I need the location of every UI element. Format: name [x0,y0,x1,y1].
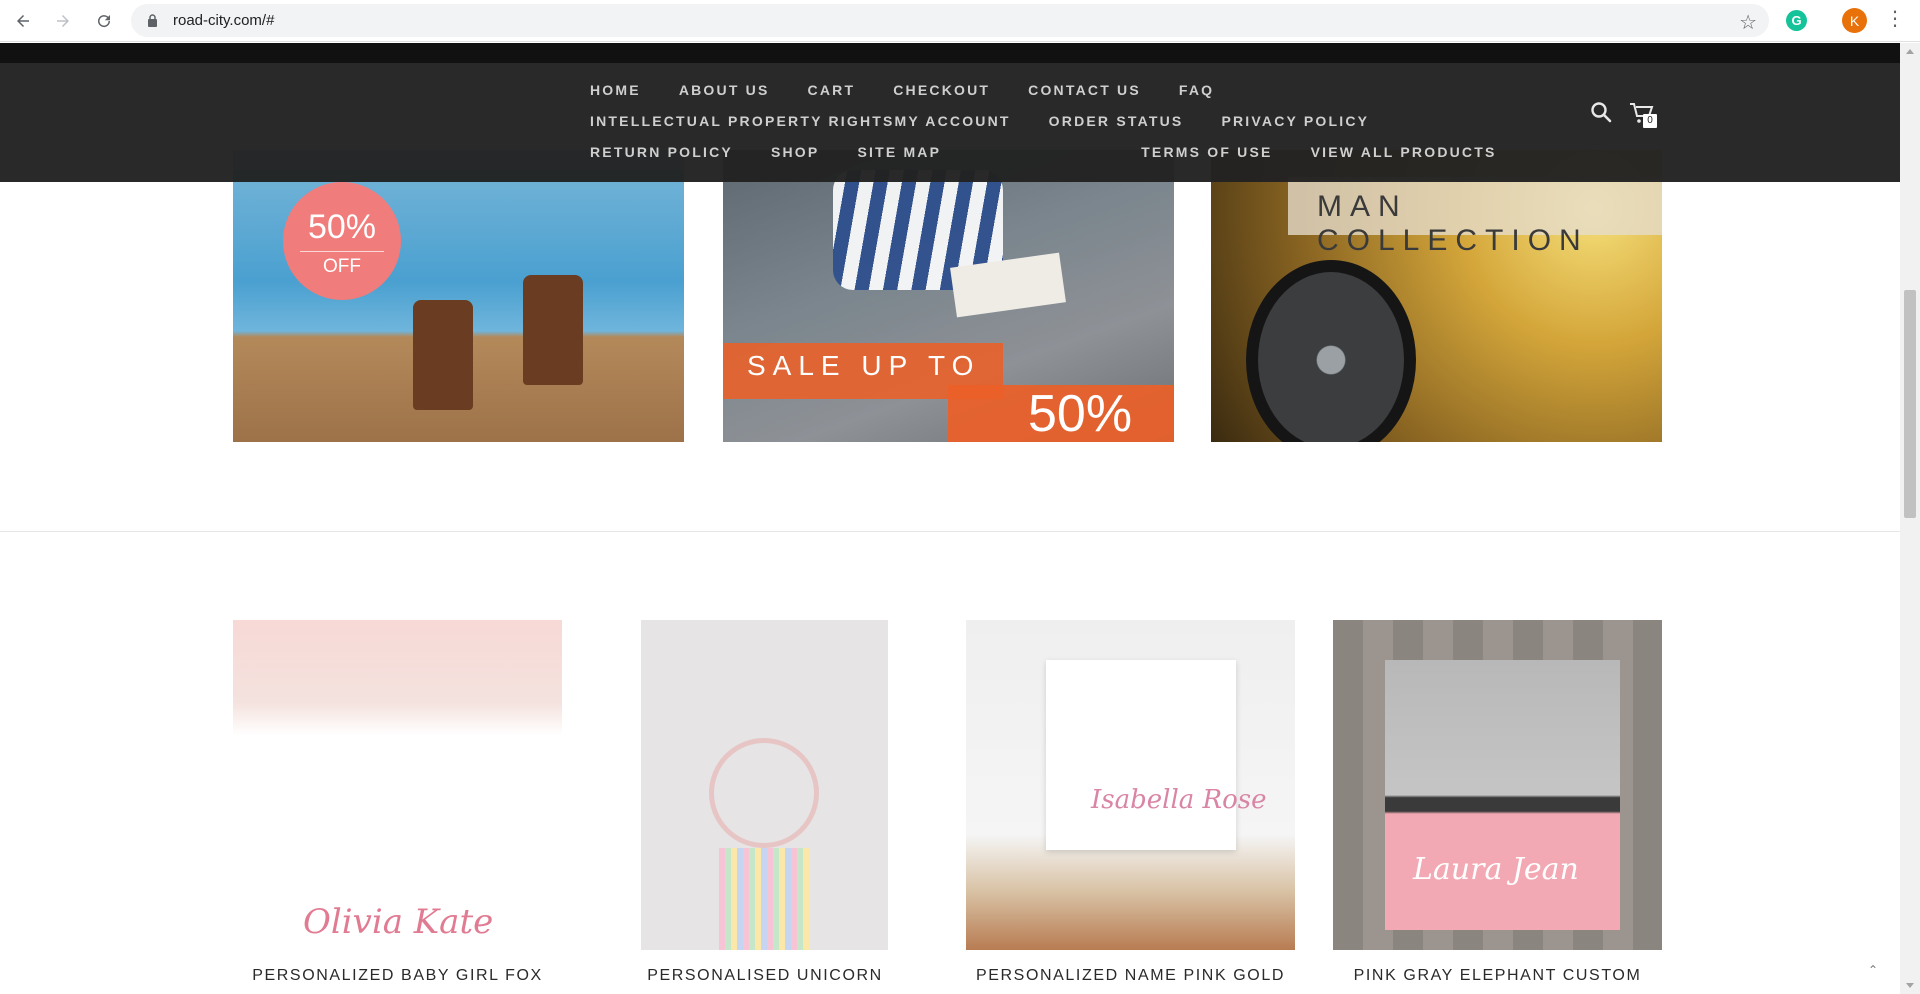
page-viewport: 50% OFF SALE UP TO 50% MAN COLLECTION HO… [0,43,1900,994]
menu-item-checkout[interactable]: CHECKOUT [893,75,990,106]
main-menu: HOME ABOUT US CART CHECKOUT CONTACT US F… [590,75,1550,168]
discount-badge: 50% OFF [283,182,401,300]
banner-boots[interactable]: 50% OFF [233,150,684,442]
menu-item-view-all-products[interactable]: VIEW ALL PRODUCTS [1311,137,1497,168]
sale-text: SALE UP TO [747,350,981,381]
page-scrollbar[interactable] [1900,43,1920,994]
product-image[interactable]: Olivia Kate [233,620,562,950]
scroll-thumb[interactable] [1904,290,1916,518]
wheel-image [1246,260,1416,442]
menu-item-terms-of-use[interactable]: TERMS OF USE [1141,137,1272,168]
blanket [1385,660,1620,930]
menu-item-about-us[interactable]: ABOUT US [679,75,770,106]
menu-item-cart[interactable]: CART [808,75,856,106]
cart-count-badge: 0 [1643,114,1657,128]
product-image-text: Isabella Rose [1091,785,1267,815]
sale-percent: 50% [1028,385,1133,442]
browser-toolbar: road-city.com/# ☆ G K ⋮ [0,0,1920,42]
product-image[interactable] [641,620,888,950]
product-image-text: Olivia Kate [303,902,494,942]
banner-sale[interactable]: SALE UP TO 50% [723,150,1174,442]
top-strip [0,43,1900,63]
menu-item-faq[interactable]: FAQ [1179,75,1214,106]
section-divider [0,531,1900,532]
badge-off: OFF [323,256,361,277]
blanket [1046,660,1236,850]
menu-item-order-status[interactable]: ORDER STATUS [1049,106,1184,137]
browser-menu-icon[interactable]: ⋮ [1885,9,1905,29]
back-icon[interactable] [10,8,36,34]
search-icon[interactable] [1590,101,1612,123]
back-to-top-icon[interactable]: ⌃ [1868,963,1878,977]
menu-item-return-policy[interactable]: RETURN POLICY [590,137,733,168]
product-name[interactable]: PERSONALISED UNICORN [615,967,915,985]
boot-image [413,300,473,410]
boot-image [523,275,583,385]
bookmark-star-icon[interactable]: ☆ [1739,10,1757,35]
address-bar[interactable]: road-city.com/# ☆ [131,4,1769,37]
product-image-text: Laura Jean [1413,852,1579,887]
scroll-up-icon[interactable] [1906,49,1914,54]
dreamcatcher-ring [709,738,819,848]
forward-icon[interactable] [50,8,76,34]
scroll-down-icon[interactable] [1906,983,1914,988]
product-name[interactable]: PERSONALIZED NAME PINK GOLD [956,967,1305,985]
grammarly-extension-icon[interactable]: G [1786,10,1807,31]
product-image[interactable]: Laura Jean [1333,620,1662,950]
dreamcatcher-ribbons [719,848,809,950]
product-image[interactable]: Isabella Rose [966,620,1295,950]
badge-divider [300,251,384,252]
product-name[interactable]: PERSONALIZED BABY GIRL FOX [232,967,563,985]
menu-item-home[interactable]: HOME [590,75,641,106]
menu-item-privacy-policy[interactable]: PRIVACY POLICY [1221,106,1369,137]
menu-item-my-account[interactable]: MY ACCOUNT [895,106,1011,137]
menu-item-site-map[interactable]: SITE MAP [857,137,941,168]
url-text[interactable]: road-city.com/# [173,12,274,29]
reload-icon[interactable] [91,8,117,34]
badge-percent: 50% [307,208,377,246]
menu-item-contact-us[interactable]: CONTACT US [1028,75,1141,106]
profile-avatar[interactable]: K [1842,8,1867,33]
site-header: HOME ABOUT US CART CHECKOUT CONTACT US F… [0,63,1900,182]
menu-item-shop[interactable]: SHOP [771,137,819,168]
banner-man-collection[interactable]: MAN COLLECTION [1211,150,1662,442]
product-name[interactable]: PINK GRAY ELEPHANT CUSTOM [1323,967,1672,985]
man-collection-title: MAN COLLECTION [1317,190,1589,257]
lock-icon [148,14,157,27]
menu-item-intellectual-property-rights[interactable]: INTELLECTUAL PROPERTY RIGHTS [590,106,895,137]
